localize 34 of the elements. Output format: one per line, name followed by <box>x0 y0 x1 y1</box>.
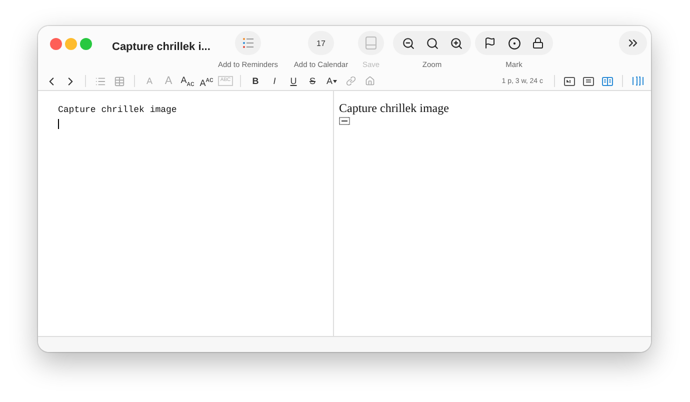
list-icon <box>95 76 106 86</box>
bold-button[interactable]: B <box>246 73 265 89</box>
text-cursor <box>58 119 59 129</box>
split-view-icon <box>602 76 613 86</box>
source-text: Capture chrillek image <box>58 105 178 115</box>
lock-icon <box>532 37 544 49</box>
italic-button[interactable]: I <box>265 73 284 89</box>
link-icon <box>346 76 356 86</box>
zoom-out-icon <box>402 36 414 50</box>
calendar-button[interactable]: 17 <box>308 31 334 55</box>
flag-icon <box>484 37 496 49</box>
caret-icon <box>332 80 336 82</box>
text-style-button[interactable]: A$^{ᴀᴄ}$ <box>197 73 216 89</box>
table-icon <box>114 76 125 86</box>
save-icon <box>365 36 377 50</box>
underline-button[interactable]: U <box>284 73 303 89</box>
code-view-icon <box>564 76 575 86</box>
target-icon <box>508 36 520 50</box>
close-button[interactable] <box>50 38 62 50</box>
text-style-button[interactable]: A$_{ᴀᴄ}$ <box>178 73 197 89</box>
text-color-button[interactable]: A <box>322 73 341 89</box>
house-icon <box>364 76 374 86</box>
columns-icon <box>632 76 644 86</box>
text-view-icon <box>583 76 594 86</box>
more-button[interactable] <box>619 31 647 55</box>
zoom-in-icon <box>450 36 462 50</box>
reminders-button[interactable] <box>235 31 261 55</box>
editor-pane[interactable]: Capture chrillek image <box>38 91 334 336</box>
preview-text: Capture chrillek image <box>339 101 450 116</box>
list-icon <box>241 36 255 50</box>
window-title: Capture chrillek i... <box>112 40 210 54</box>
image-placeholder-icon <box>339 117 350 125</box>
strike-button[interactable]: S <box>303 73 322 89</box>
magnifier-icon <box>426 36 438 50</box>
